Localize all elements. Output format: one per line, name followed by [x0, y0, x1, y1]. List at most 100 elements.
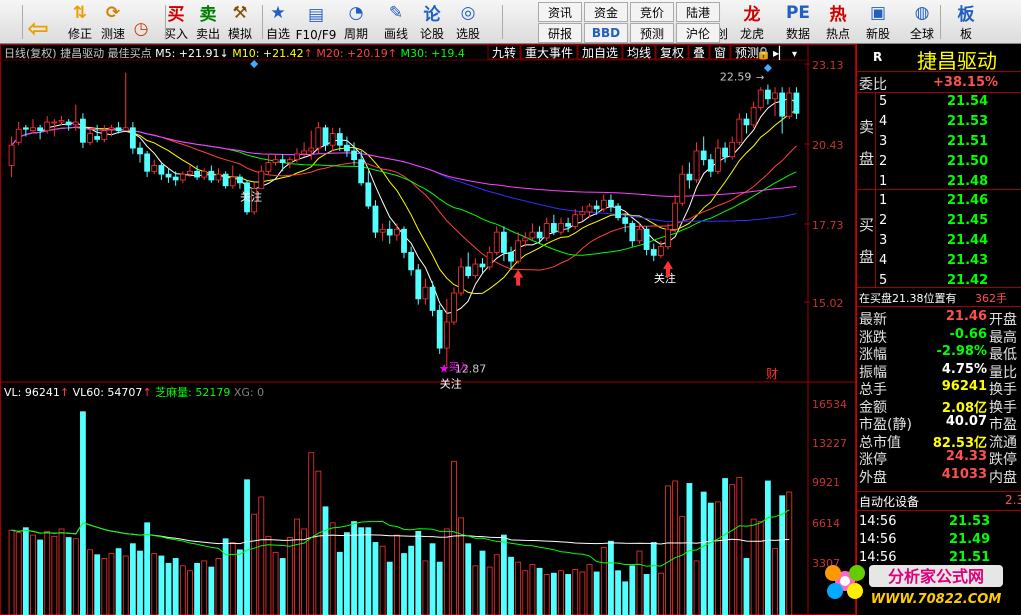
toolbar-grid-竞价[interactable]: 竞价: [630, 2, 674, 22]
toolbar-grid-BBD[interactable]: BBD: [584, 23, 628, 43]
chart-button-复权[interactable]: 复权: [660, 46, 684, 60]
volume-bar: [215, 558, 222, 615]
buy-label-1: 买: [859, 216, 875, 234]
chart-button-九转[interactable]: 九转: [492, 45, 516, 60]
buy-level: 3: [879, 233, 888, 248]
header-indicator: 最佳买点: [108, 46, 152, 60]
candle: [15, 128, 22, 143]
watch-label: 关注: [440, 377, 462, 391]
volume-axis-label: 16534: [812, 398, 847, 411]
candle: [757, 89, 764, 108]
price-axis-label: 15.02: [812, 297, 844, 310]
back-arrow-icon: ⇦: [27, 14, 49, 44]
candle: [279, 159, 286, 163]
toolbar-grid-资讯[interactable]: 资讯: [538, 2, 582, 22]
candle: [665, 228, 671, 248]
new-stock-icon: ▣: [869, 2, 887, 23]
volume-bar: [593, 571, 600, 615]
volume-bar: [772, 548, 778, 615]
toolbar-button-周期[interactable]: ◔ 周期: [334, 1, 378, 43]
candle: [764, 89, 771, 100]
sector-value: 2.3: [1005, 493, 1021, 507]
divider: [857, 71, 1021, 72]
discuss-icon: 论: [423, 4, 441, 25]
candle: [793, 92, 800, 114]
volume-bar: [572, 569, 579, 615]
chart-button-叠[interactable]: 叠: [693, 46, 705, 60]
toolbar-label: 模拟: [227, 27, 252, 41]
dropdown-icon[interactable]: ▾: [792, 49, 797, 60]
volume-bar: [643, 574, 650, 615]
watermark-title: 分析家公式网: [888, 567, 984, 586]
stat-value: 24.33: [945, 449, 987, 464]
toolbar-button-数据[interactable]: PE 数据: [776, 1, 820, 43]
volume-bar: [379, 545, 386, 615]
kline-chart-svg[interactable]: 23.1320.4317.7315.0216534132279921661433…: [0, 44, 856, 615]
volume-bar: [122, 555, 129, 615]
volume-bar: [515, 561, 522, 615]
volume-bar: [251, 513, 258, 615]
candle: [408, 252, 415, 271]
candle: [422, 286, 429, 300]
volume-bar: [736, 476, 743, 615]
chart-button-均线[interactable]: 均线: [627, 46, 651, 60]
kline-chart-area[interactable]: 23.13 20.43 17.73 15.02 16534 13227 9921 6614 33…: [0, 44, 856, 615]
candle: [151, 165, 158, 172]
volume-bar: [451, 460, 457, 615]
toolbar-button-新股[interactable]: ▣ 新股: [856, 1, 900, 43]
hot-icon: 热: [829, 4, 847, 25]
toolbar-button-热点[interactable]: 热热点: [816, 1, 860, 43]
buy-level: 1: [879, 193, 888, 208]
lock-icon[interactable]: 🔒: [756, 46, 771, 60]
toolbar-button-F10/F9[interactable]: ▤ F10/F9: [294, 1, 338, 43]
candle: [122, 127, 129, 132]
sell-price: 21.53: [947, 114, 989, 129]
volume-bar: [757, 521, 764, 615]
chart-button-窗[interactable]: 窗: [714, 46, 726, 60]
volume-bar: [429, 543, 436, 615]
f10-icon: ▤: [307, 5, 325, 25]
volume-bar: [479, 550, 486, 615]
candle: [65, 121, 72, 126]
price-axis-label: 20.43: [812, 139, 844, 152]
candle: [579, 211, 586, 216]
volume-xg: XG: 0: [234, 386, 264, 399]
candle: [272, 159, 279, 163]
quote-panel: R 捷昌驱动 委比 +38.15% 卖盘 5 21.54 4 21.53 3 21.51 2 21.50…: [856, 44, 1021, 615]
candle: [465, 266, 472, 277]
toolbar-grid-沪伦[interactable]: 沪伦: [676, 23, 720, 43]
candle: [736, 118, 743, 143]
candle: [515, 240, 522, 262]
volume-bar: [622, 581, 629, 615]
stat-value: 21.46: [945, 309, 987, 324]
toolbar-grid-预测[interactable]: 预测: [630, 23, 674, 43]
toolbar-grid-陆港[interactable]: 陆港: [676, 2, 720, 22]
volume-bar: [372, 542, 379, 615]
ma60-line: [11, 126, 797, 223]
volume-bar: [750, 518, 757, 615]
candle: [172, 176, 179, 181]
toolbar-grid-资金[interactable]: 资金: [584, 2, 628, 22]
buy-level: 4: [879, 253, 888, 268]
diamond-marker-icon: [763, 64, 772, 72]
volume-bar: [158, 555, 165, 615]
toolbar-button-全球[interactable]: ◍ 全球: [900, 1, 944, 43]
chart-button-加自选[interactable]: 加自选: [582, 46, 618, 60]
volume-bar: [137, 550, 143, 615]
watch-label: 关注: [240, 190, 262, 204]
toolbar-grid-研报[interactable]: 研报: [538, 23, 582, 43]
toolbar-button-板[interactable]: 板板: [944, 1, 988, 43]
toolbar-button-选股[interactable]: ◎ 选股: [446, 1, 490, 43]
volume-bar: [272, 551, 279, 615]
last-page-icon[interactable]: ▸▏: [773, 45, 788, 60]
header-ma5_arrow: ↓: [220, 47, 229, 60]
volume-bar: [522, 570, 529, 615]
candle: [44, 121, 51, 132]
toolbar-button-龙虎[interactable]: 龙龙虎: [730, 1, 774, 43]
volume-bar: [144, 522, 151, 615]
volume-bar: [693, 560, 700, 615]
volume-bar: [636, 550, 643, 615]
candle: [558, 223, 564, 233]
chart-button-重大事件[interactable]: 重大事件: [525, 46, 573, 60]
volume-bar: [108, 553, 115, 615]
